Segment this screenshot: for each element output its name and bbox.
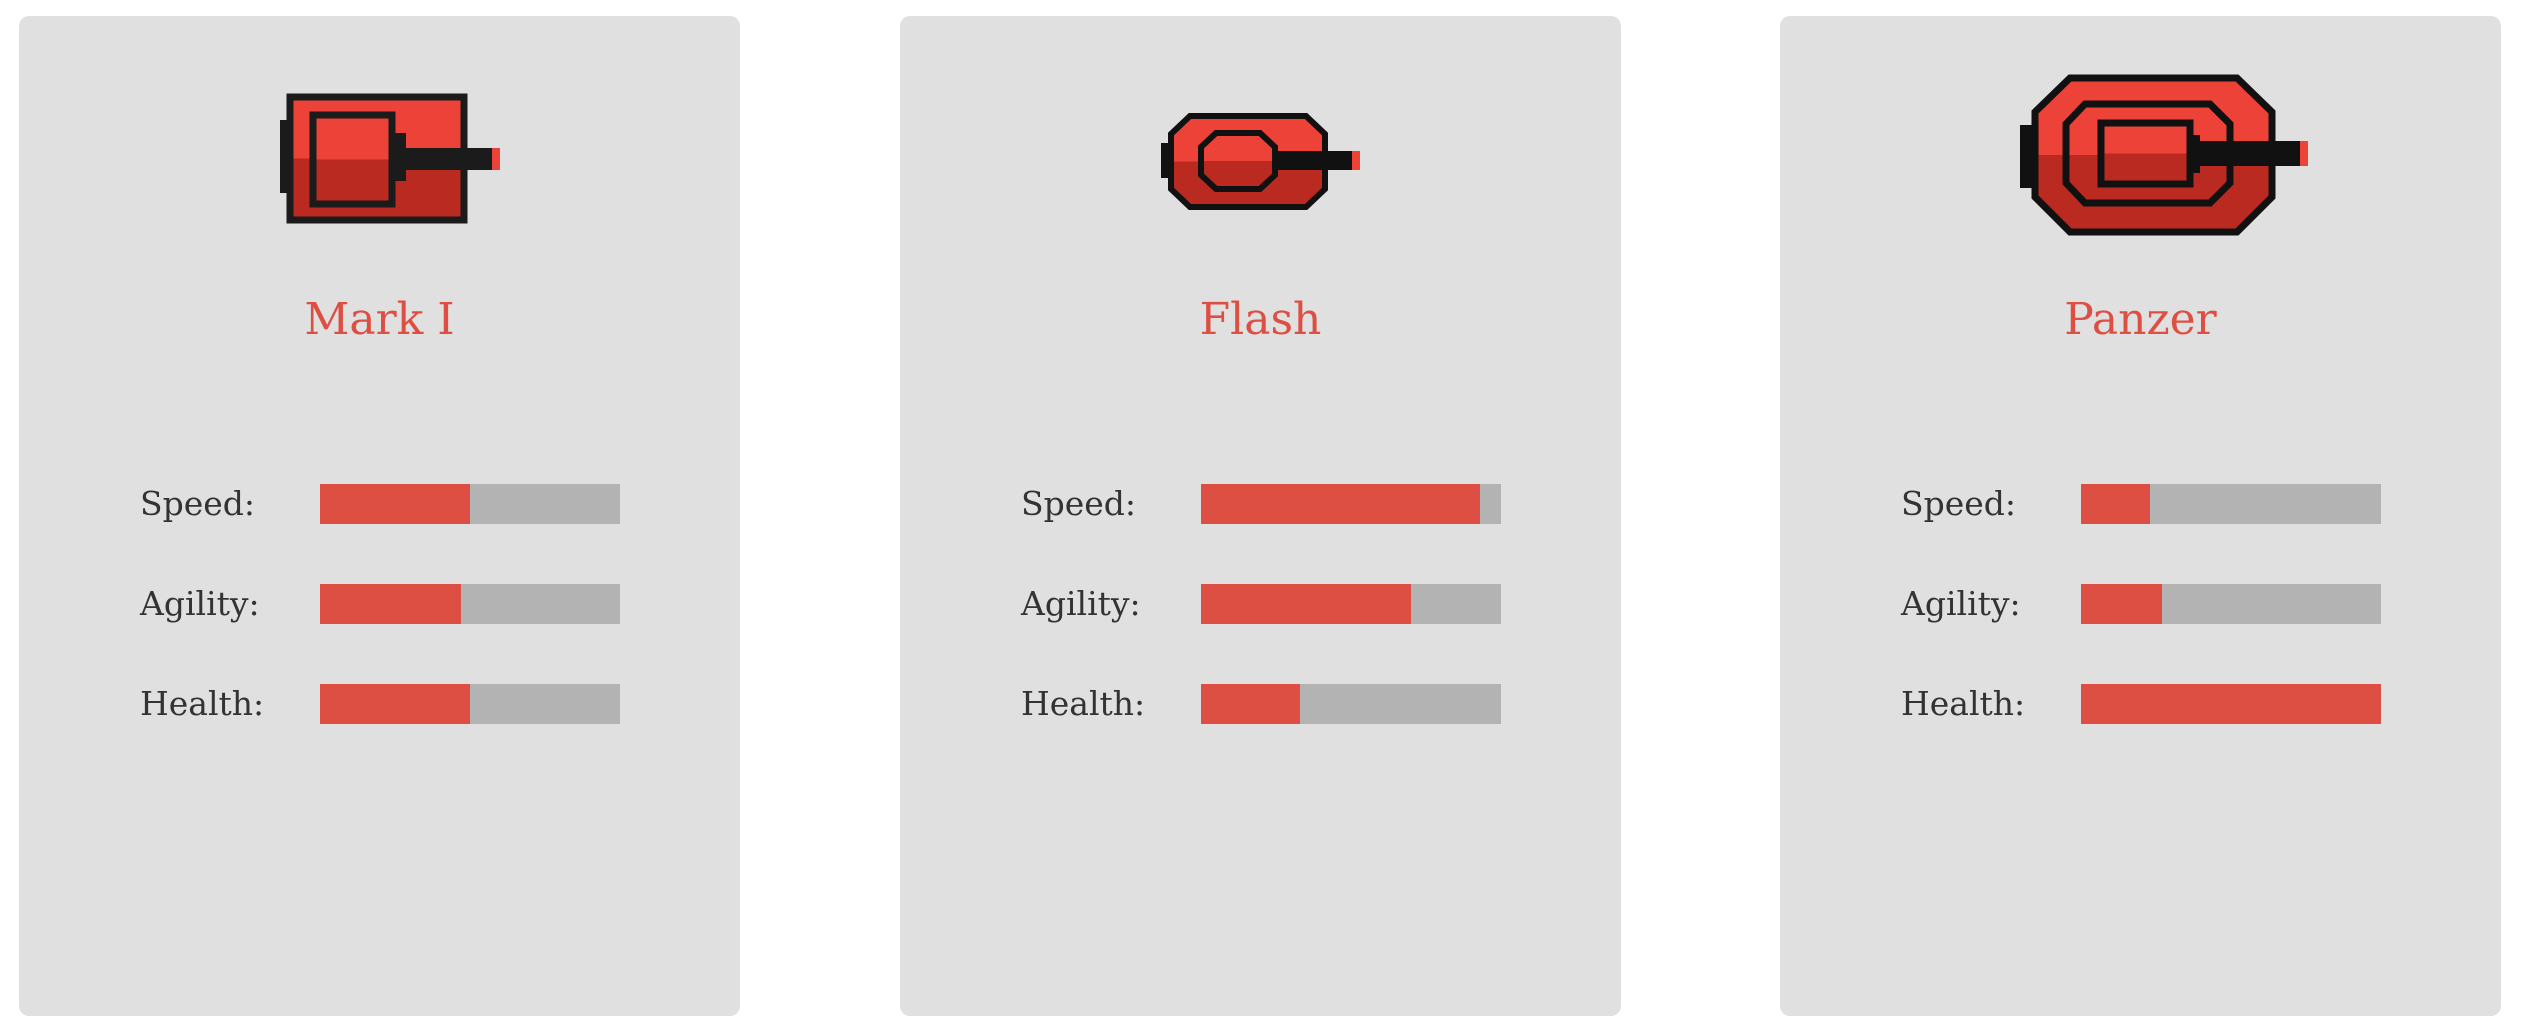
agility-bar: [1201, 584, 1501, 624]
stat-health: Health:: [1021, 684, 1521, 724]
tank-card-panzer[interactable]: Panzer Speed: Agility: Health:: [1780, 16, 2501, 1016]
stat-label: Health:: [1901, 684, 2026, 723]
speed-bar-fill: [1201, 484, 1480, 524]
agility-bar: [320, 584, 620, 624]
health-bar-fill: [1201, 684, 1300, 724]
tank-name: Mark I: [304, 294, 455, 345]
stat-label: Agility:: [1901, 584, 2021, 623]
health-bar-fill: [320, 684, 470, 724]
tank-mark-i-icon: [280, 93, 500, 224]
speed-bar: [320, 484, 620, 524]
health-bar: [1201, 684, 1501, 724]
tank-flash-icon: [1161, 113, 1360, 210]
tank-panzer-icon: [2020, 74, 2308, 236]
stat-health: Health:: [140, 684, 640, 724]
stat-agility: Agility:: [140, 584, 640, 624]
tank-name: Flash: [1199, 294, 1322, 345]
health-bar: [2081, 684, 2381, 724]
health-bar-fill: [2081, 684, 2381, 724]
stat-speed: Speed:: [1021, 484, 1521, 524]
speed-bar: [1201, 484, 1501, 524]
stat-label: Agility:: [1021, 584, 1141, 623]
tank-name: Panzer: [2064, 294, 2217, 345]
agility-bar-fill: [1201, 584, 1411, 624]
agility-bar-fill: [320, 584, 461, 624]
stat-speed: Speed:: [1901, 484, 2401, 524]
agility-bar-fill: [2081, 584, 2162, 624]
stat-label: Agility:: [140, 584, 260, 623]
stat-agility: Agility:: [1901, 584, 2401, 624]
agility-bar: [2081, 584, 2381, 624]
tank-card-flash[interactable]: Flash Speed: Agility: Health:: [900, 16, 1621, 1016]
stat-health: Health:: [1901, 684, 2401, 724]
stat-speed: Speed:: [140, 484, 640, 524]
stat-label: Speed:: [140, 484, 256, 523]
speed-bar: [2081, 484, 2381, 524]
speed-bar-fill: [2081, 484, 2150, 524]
tank-card-mark-i[interactable]: Mark I Speed: Agility: Health:: [19, 16, 740, 1016]
stat-agility: Agility:: [1021, 584, 1521, 624]
stat-label: Speed:: [1021, 484, 1137, 523]
stat-label: Health:: [140, 684, 265, 723]
stat-label: Health:: [1021, 684, 1146, 723]
health-bar: [320, 684, 620, 724]
stat-label: Speed:: [1901, 484, 2017, 523]
speed-bar-fill: [320, 484, 470, 524]
